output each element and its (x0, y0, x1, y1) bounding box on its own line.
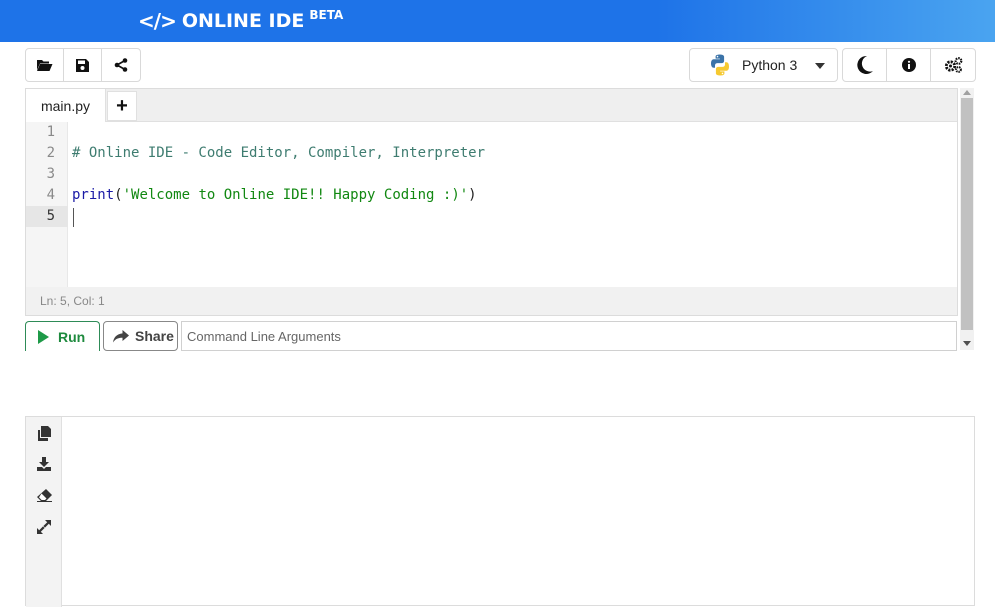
moon-icon (856, 55, 873, 74)
add-tab-button[interactable]: + (107, 91, 137, 121)
settings-button[interactable] (931, 49, 975, 81)
command-line-args-input[interactable] (181, 321, 957, 351)
output-sidebar (26, 417, 62, 607)
theme-toggle-button[interactable] (843, 49, 887, 81)
expand-icon (37, 520, 51, 534)
code-token-string: 'Welcome to Online IDE!! Happy Coding :)… (122, 187, 469, 203)
download-icon (37, 457, 51, 471)
code-token-paren-close: ) (468, 187, 477, 203)
scroll-down-arrow-icon[interactable] (963, 341, 971, 346)
code-area[interactable]: # Online IDE - Code Editor, Compiler, In… (68, 122, 957, 287)
line-number: 2 (46, 145, 55, 161)
gears-icon (944, 57, 962, 73)
code-editor: main.py + 1 2 3 4 5 # Online IDE - Code … (25, 88, 958, 316)
share-label: Share (135, 328, 174, 344)
settings-toolbar (842, 48, 976, 82)
text-cursor (73, 208, 74, 227)
save-file-button[interactable] (64, 49, 102, 81)
editor-tabs: main.py + (26, 89, 957, 122)
share-arrow-icon (113, 329, 129, 342)
info-button[interactable] (887, 49, 931, 81)
open-file-button[interactable] (26, 49, 64, 81)
beta-badge: BETA (309, 8, 344, 22)
language-select[interactable]: Python 3 (689, 48, 838, 82)
line-number: 3 (46, 166, 55, 182)
folder-open-icon (37, 60, 53, 71)
brand-name: ONLINE IDE (181, 10, 305, 32)
brand-logo[interactable]: </> ONLINE IDE BETA (138, 8, 343, 34)
run-label: Run (58, 328, 86, 345)
code-token-function: print (72, 187, 115, 203)
line-number-gutter: 1 2 3 4 5 (26, 122, 68, 287)
file-toolbar (25, 48, 141, 82)
share-nodes-icon (114, 58, 128, 72)
share-code-button[interactable] (102, 49, 140, 81)
code-token-paren-open: ( (114, 187, 123, 203)
code-line-2: # Online IDE - Code Editor, Compiler, In… (72, 145, 486, 161)
caret-down-icon (815, 63, 825, 69)
code-line-4: print('Welcome to Online IDE!! Happy Cod… (72, 185, 477, 206)
top-header: </> ONLINE IDE BETA (0, 0, 995, 42)
python-logo-icon (711, 54, 729, 76)
eraser-icon (36, 488, 52, 502)
scroll-up-arrow-icon[interactable] (963, 90, 971, 95)
expand-output-button[interactable] (36, 519, 52, 535)
line-number: 5 (46, 208, 55, 224)
info-icon (901, 58, 916, 72)
play-icon (38, 329, 49, 344)
copy-icon (37, 425, 51, 441)
download-output-button[interactable] (36, 456, 52, 472)
clear-output-button[interactable] (36, 487, 52, 503)
save-icon (76, 58, 89, 72)
share-button[interactable]: Share (103, 321, 178, 351)
editor-scrollbar[interactable] (960, 88, 974, 350)
tab-main-py[interactable]: main.py (26, 89, 106, 122)
copy-output-button[interactable] (36, 425, 52, 441)
language-label: Python 3 (742, 57, 798, 73)
code-brackets-icon: </> (138, 9, 177, 33)
cursor-position-status: Ln: 5, Col: 1 (26, 287, 957, 315)
line-number: 1 (46, 124, 55, 140)
line-number: 4 (46, 187, 55, 203)
output-panel (25, 416, 975, 607)
scrollbar-thumb[interactable] (961, 98, 973, 330)
run-button[interactable]: Run (25, 321, 100, 351)
